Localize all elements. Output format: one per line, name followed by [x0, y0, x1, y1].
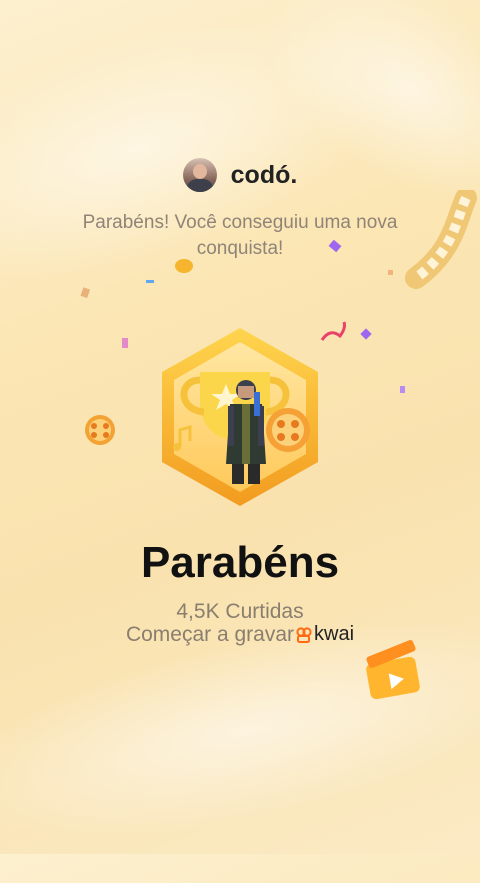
kwai-logo-icon [296, 626, 312, 643]
congrats-title: Parabéns [140, 538, 340, 587]
start-recording-label[interactable]: Começar a gravar [126, 623, 294, 646]
achievement-badge [130, 320, 350, 520]
trophy-badge-icon [162, 328, 318, 506]
likes-count: 4,5K Curtidas [176, 600, 304, 623]
kwai-logo: kwai [296, 623, 354, 646]
avatar[interactable] [182, 158, 217, 192]
username: codó. [230, 160, 298, 189]
clapperboard-icon [366, 640, 420, 700]
film-reel-icon [85, 415, 115, 445]
user-row[interactable]: codó. [0, 158, 480, 192]
kwai-brand-text: kwai [314, 623, 355, 645]
